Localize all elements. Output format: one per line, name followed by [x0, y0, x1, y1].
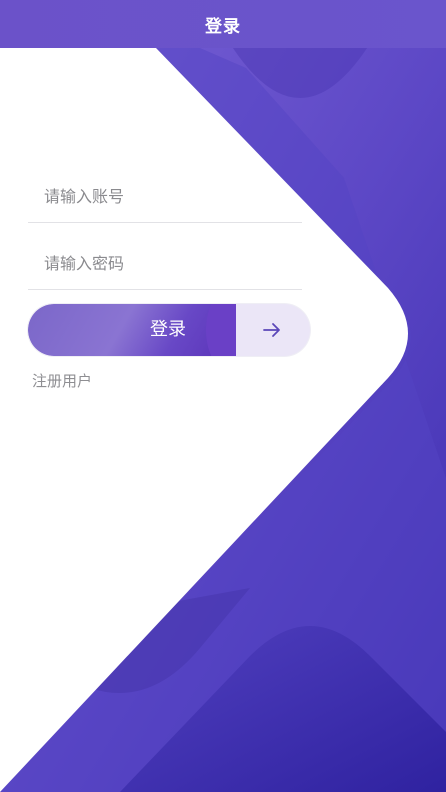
background-art	[0, 48, 446, 792]
arrow-right-icon	[263, 323, 280, 337]
page-title: 登录	[205, 16, 241, 37]
register-link[interactable]: 注册用户	[32, 370, 92, 391]
login-screen: 登录 登录	[0, 0, 446, 792]
account-input[interactable]	[42, 178, 296, 214]
password-input[interactable]	[42, 245, 296, 281]
password-field	[28, 231, 302, 290]
login-button[interactable]: 登录	[28, 304, 310, 356]
top-nav-bar: 登录	[0, 0, 446, 48]
login-form	[28, 164, 302, 298]
account-field	[28, 164, 302, 223]
